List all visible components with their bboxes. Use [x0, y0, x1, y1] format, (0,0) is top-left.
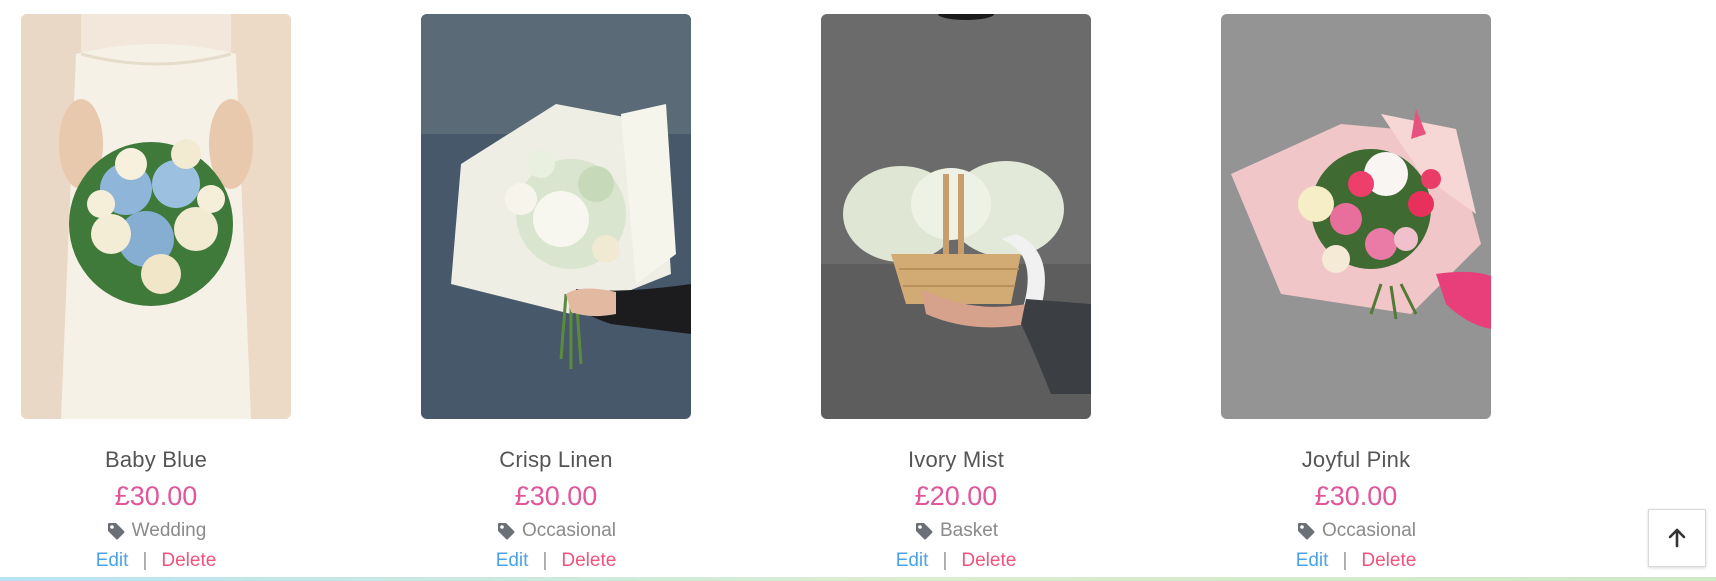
product-name: Ivory Mist	[907, 447, 1005, 472]
delete-link[interactable]: Delete	[561, 549, 616, 573]
product-category: Occasional	[421, 519, 691, 543]
delete-link[interactable]: Delete	[961, 549, 1016, 573]
category-label: Occasional	[522, 520, 616, 541]
product-actions: Edit | Delete	[421, 549, 691, 573]
delete-link[interactable]: Delete	[161, 549, 216, 573]
product-price: £30.00	[1314, 481, 1398, 511]
action-separator: |	[942, 550, 948, 571]
bouquet-photo-icon	[21, 14, 291, 419]
edit-link[interactable]: Edit	[896, 549, 929, 573]
action-separator: |	[542, 550, 548, 571]
product-price: £30.00	[114, 481, 198, 511]
product-card: Joyful Pink £30.00 Occasional Edit | Del…	[1221, 14, 1491, 573]
product-category: Basket	[821, 519, 1091, 543]
product-category: Wedding	[21, 519, 291, 543]
category-label: Occasional	[1322, 520, 1416, 541]
product-actions: Edit | Delete	[1221, 549, 1491, 573]
product-image[interactable]	[21, 14, 291, 419]
category-label: Wedding	[131, 520, 207, 541]
product-grid: Baby Blue £30.00 Wedding Edit | Delete C…	[0, 0, 1716, 581]
category-label: Basket	[939, 520, 999, 541]
product-actions: Edit | Delete	[821, 549, 1091, 573]
tag-icon	[498, 523, 515, 540]
product-price: £30.00	[514, 481, 598, 511]
tag-icon	[107, 523, 125, 540]
product-image[interactable]	[421, 14, 691, 419]
bouquet-photo-icon	[421, 14, 691, 419]
bouquet-photo-icon	[1221, 14, 1491, 419]
arrow-up-icon	[1668, 528, 1686, 548]
product-card: Crisp Linen £30.00 Occasional Edit | Del…	[421, 14, 691, 573]
product-card: Ivory Mist £20.00 Basket Edit | Delete	[821, 14, 1091, 573]
product-price: £20.00	[914, 481, 998, 511]
product-actions: Edit | Delete	[21, 549, 291, 573]
edit-link[interactable]: Edit	[96, 549, 129, 573]
product-name: Joyful Pink	[1301, 447, 1411, 472]
product-name: Baby Blue	[104, 447, 208, 472]
bouquet-photo-icon	[821, 14, 1091, 419]
edit-link[interactable]: Edit	[1296, 549, 1329, 573]
edit-link[interactable]: Edit	[496, 549, 529, 573]
action-separator: |	[142, 550, 148, 571]
product-listing-page: Baby Blue £30.00 Wedding Edit | Delete C…	[0, 0, 1716, 581]
footer-accent-bar	[0, 577, 1716, 581]
product-category: Occasional	[1221, 519, 1491, 543]
delete-link[interactable]: Delete	[1361, 549, 1416, 573]
scroll-to-top-button[interactable]	[1648, 509, 1706, 567]
product-card: Baby Blue £30.00 Wedding Edit | Delete	[21, 14, 291, 573]
product-name: Crisp Linen	[499, 447, 613, 472]
tag-icon	[915, 523, 933, 540]
product-image[interactable]	[821, 14, 1091, 419]
tag-icon	[1298, 523, 1315, 540]
product-image[interactable]	[1221, 14, 1491, 419]
action-separator: |	[1342, 550, 1348, 571]
